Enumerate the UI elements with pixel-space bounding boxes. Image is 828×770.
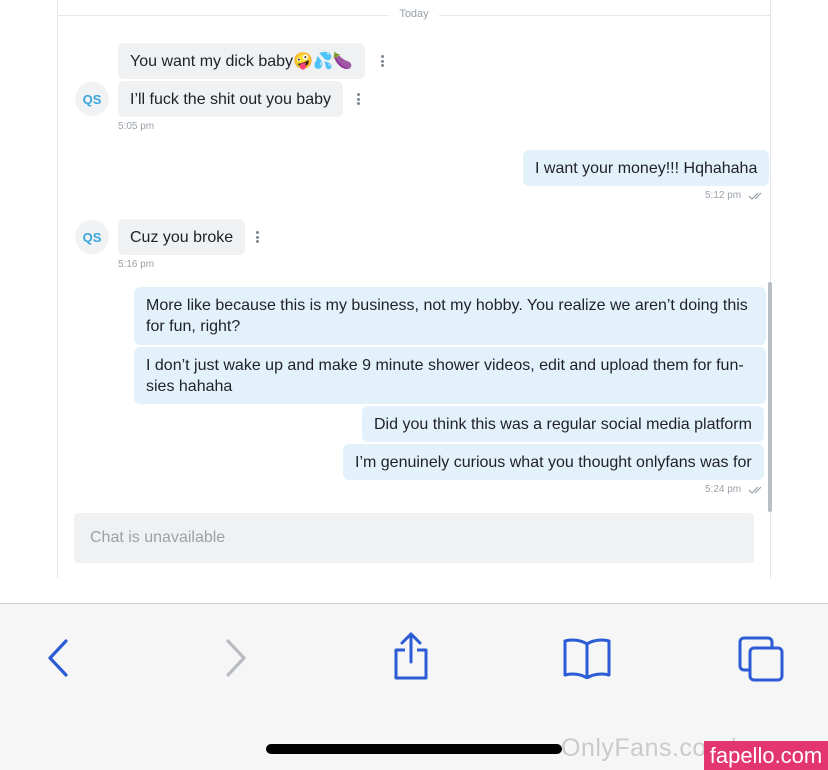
- message-text: I’ll fuck the shit out you baby: [130, 90, 331, 108]
- share-icon: [394, 632, 428, 680]
- message-bubble-outgoing[interactable]: I don’t just wake up and make 9 minute s…: [134, 347, 766, 404]
- avatar[interactable]: QS: [75, 220, 109, 254]
- read-receipt-icon: [748, 486, 762, 494]
- message-timestamp: 5:24 pm: [705, 484, 742, 495]
- message-timestamp: 5:12 pm: [705, 190, 742, 201]
- message-text: I want your money!!! Hqhahaha: [535, 159, 758, 177]
- more-options-icon[interactable]: [353, 91, 363, 107]
- message-bubble-incoming[interactable]: You want my dick baby🤪💦🍆: [118, 43, 365, 79]
- share-button[interactable]: [386, 630, 436, 682]
- message-text: I don’t just wake up and make 9 minute s…: [146, 356, 744, 395]
- avatar[interactable]: QS: [75, 82, 109, 116]
- forward-arrow-icon: [226, 639, 246, 677]
- back-arrow-icon: [48, 639, 68, 677]
- message-bubble-incoming[interactable]: Cuz you broke: [118, 219, 246, 255]
- chat-unavailable-field: Chat is unavailable: [74, 513, 754, 563]
- back-button[interactable]: [38, 636, 78, 680]
- bookmarks-button[interactable]: [560, 634, 614, 682]
- more-options-icon[interactable]: [377, 53, 387, 69]
- chat-scrollbar[interactable]: [768, 282, 772, 512]
- message-bubble-outgoing[interactable]: More like because this is my business, n…: [134, 287, 766, 345]
- tabs-icon: [738, 636, 784, 682]
- message-text: Did you think this was a regular social …: [374, 415, 752, 433]
- day-separator: Today: [0, 8, 828, 20]
- home-indicator: [266, 744, 562, 754]
- message-text: You want my dick baby🤪💦🍆: [130, 52, 353, 70]
- message-text: More like because this is my business, n…: [146, 297, 748, 335]
- read-receipt-icon: [748, 192, 762, 200]
- message-text: I’m genuinely curious what you thought o…: [355, 453, 752, 471]
- more-options-icon[interactable]: [252, 229, 262, 245]
- message-timestamp: 5:05 pm: [118, 121, 155, 132]
- message-timestamp: 5:16 pm: [118, 259, 155, 270]
- forward-button[interactable]: [216, 636, 256, 680]
- message-bubble-incoming[interactable]: I’ll fuck the shit out you baby: [118, 81, 343, 117]
- message-bubble-outgoing[interactable]: Did you think this was a regular social …: [362, 406, 764, 442]
- chat-unavailable-text: Chat is unavailable: [90, 529, 226, 546]
- message-text: Cuz you broke: [130, 228, 234, 246]
- message-bubble-outgoing[interactable]: I’m genuinely curious what you thought o…: [343, 444, 764, 480]
- site-watermark: fapello.com: [704, 741, 828, 770]
- bookmarks-book-icon: [563, 638, 611, 679]
- tabs-button[interactable]: [736, 634, 786, 684]
- message-bubble-outgoing[interactable]: I want your money!!! Hqhahaha: [523, 150, 770, 186]
